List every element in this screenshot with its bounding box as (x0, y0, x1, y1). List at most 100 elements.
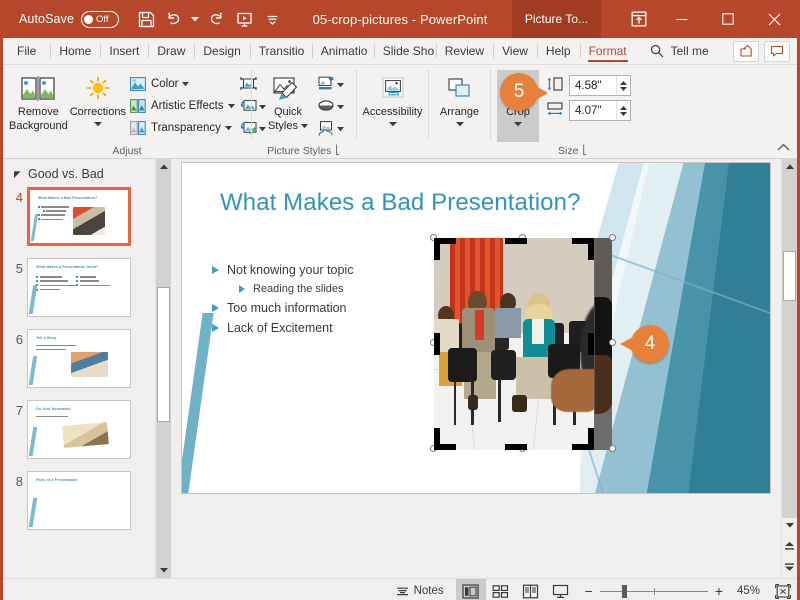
slide-editor-scrollbar[interactable] (781, 159, 797, 578)
accessibility-dropdown-icon[interactable] (388, 118, 397, 131)
crop-handle-bottom-right-v[interactable] (588, 428, 594, 450)
editor-scroll-thumb[interactable] (783, 251, 796, 301)
picture-styles-dialog-launcher[interactable]: ⎣ (335, 145, 340, 156)
share-icon[interactable] (733, 40, 759, 62)
autosave-switch[interactable]: Off (81, 10, 120, 28)
normal-view-button[interactable] (455, 578, 486, 600)
section-header-good-vs-bad[interactable]: Good vs. Bad (3, 165, 155, 187)
tab-slide-show[interactable]: Slide Sho (373, 38, 436, 64)
zoom-out-button[interactable]: − (585, 583, 593, 599)
corrections-button[interactable]: Corrections (69, 70, 127, 131)
reading-view-button[interactable] (516, 579, 546, 600)
crop-handle-bottom-left-v[interactable] (434, 428, 440, 450)
slide-bullet-list[interactable]: Not knowing your topic Reading the slide… (212, 263, 353, 341)
autosave-toggle[interactable]: AutoSave Off (19, 10, 120, 28)
maximize-icon[interactable] (705, 0, 751, 38)
collapse-ribbon-button[interactable] (777, 141, 790, 155)
thumbnail-slide-5[interactable]: 5 What Makes a Presentation Good? (9, 258, 155, 317)
slide-sorter-button[interactable] (486, 579, 516, 600)
editor-scroll-down-button[interactable] (782, 518, 797, 533)
crop-handle-middle-left[interactable] (434, 333, 440, 355)
artistic-effects-button[interactable]: Artistic Effects (127, 95, 238, 116)
tell-me-search[interactable]: Tell me (636, 38, 719, 64)
sizing-handle-top-right[interactable] (609, 234, 616, 241)
arrange-button[interactable]: Arrange (433, 70, 486, 131)
thumbnail-slide-4[interactable]: 4 What Makes a Bad Presentation? (9, 187, 155, 246)
corrections-dropdown-icon[interactable] (93, 118, 102, 131)
picture-border-dropdown-icon[interactable] (337, 77, 344, 91)
picture-border-button[interactable] (315, 73, 346, 94)
tab-draw[interactable]: Draw (148, 38, 194, 64)
slide-title[interactable]: What Makes a Bad Presentation? (220, 189, 581, 217)
tab-format[interactable]: Format (579, 38, 636, 64)
tab-transitions[interactable]: Transitio (249, 38, 312, 64)
crop-handle-top-center[interactable] (505, 238, 527, 244)
picture-layout-button[interactable] (315, 117, 346, 138)
transparency-button[interactable]: Transparency (127, 117, 238, 138)
picture-effects-button[interactable] (315, 95, 346, 116)
close-icon[interactable] (751, 0, 797, 38)
tab-design[interactable]: Design (194, 38, 249, 64)
start-presentation-icon[interactable] (231, 6, 257, 32)
crop-handle-middle-right[interactable] (588, 333, 594, 355)
tab-insert[interactable]: Insert (100, 38, 148, 64)
shape-height-spinner[interactable] (616, 76, 630, 95)
slide-show-button[interactable] (546, 579, 576, 600)
sizing-handle-bottom-right[interactable] (609, 445, 616, 452)
slide-editor[interactable]: What Makes a Bad Presentation? Not knowi… (171, 159, 781, 578)
shape-width-field[interactable]: 4.07" (569, 100, 631, 121)
shape-width-spinner[interactable] (616, 101, 630, 120)
thumbnail-pane-scrollbar[interactable] (155, 159, 171, 578)
artistic-effects-dropdown-icon[interactable] (227, 100, 235, 112)
tab-animations[interactable]: Animatio (311, 38, 374, 64)
context-tab-picture-tools[interactable]: Picture To... (511, 0, 601, 38)
shape-height-field[interactable]: 4.58" (569, 75, 631, 96)
crop-handle-bottom-center[interactable] (505, 444, 527, 450)
tab-file[interactable]: File (3, 38, 50, 64)
notes-button[interactable]: Notes (384, 579, 456, 600)
undo-dropdown-icon[interactable] (189, 6, 201, 32)
save-icon[interactable] (133, 6, 159, 32)
color-dropdown-icon[interactable] (182, 78, 190, 90)
undo-icon[interactable] (161, 6, 187, 32)
quick-styles-button[interactable]: Quick Styles (261, 70, 315, 133)
picture-layout-dropdown-icon[interactable] (337, 121, 344, 135)
slide-canvas[interactable]: What Makes a Bad Presentation? Not knowi… (182, 163, 770, 493)
tab-help[interactable]: Help (536, 38, 580, 64)
accessibility-button[interactable]: Accessibility (361, 70, 424, 131)
editor-scroll-up-button[interactable] (782, 159, 797, 174)
minimize-icon[interactable] (659, 0, 705, 38)
crop-dropdown-icon[interactable] (514, 118, 522, 131)
editor-scroll-track[interactable] (782, 174, 797, 518)
thumbnail-scroll-up-button[interactable] (156, 159, 171, 174)
cropped-picture[interactable] (430, 234, 616, 452)
thumbnail-slide-7[interactable]: 7 Do Your Homework (9, 400, 155, 459)
crop-handle-top-right-v[interactable] (588, 238, 594, 260)
crop-handle-top-left-v[interactable] (434, 238, 440, 260)
zoom-in-button[interactable]: + (715, 583, 723, 599)
remove-background-button[interactable]: Remove Background (8, 70, 69, 133)
thumbnail-slide-6[interactable]: 6 Tell a Story (9, 329, 155, 388)
next-slide-button[interactable] (782, 557, 797, 575)
zoom-percent-label[interactable]: 45% (730, 585, 760, 597)
transparency-dropdown-icon[interactable] (224, 122, 232, 134)
tab-view[interactable]: View (493, 38, 537, 64)
customize-quick-access-toolbar-icon[interactable] (259, 6, 285, 32)
sizing-handle-middle-right[interactable] (609, 339, 616, 346)
thumbnail-slide-8[interactable]: 8 Parts of a Presentation (9, 471, 155, 530)
previous-slide-button[interactable] (782, 537, 797, 555)
thumbnail-scroll-down-button[interactable] (156, 563, 171, 578)
ribbon-display-options-icon[interactable] (619, 0, 659, 38)
zoom-slider[interactable] (599, 584, 708, 598)
picture-effects-dropdown-icon[interactable] (337, 99, 344, 113)
zoom-slider-knob[interactable] (621, 584, 627, 598)
redo-icon[interactable] (203, 6, 229, 32)
tab-review[interactable]: Review (435, 38, 493, 64)
thumbnail-scroll-thumb[interactable] (157, 287, 170, 422)
size-dialog-launcher[interactable]: ⎣ (582, 145, 587, 156)
arrange-dropdown-icon[interactable] (455, 118, 464, 131)
comments-icon[interactable] (764, 40, 790, 62)
fit-slide-to-window-button[interactable] (769, 579, 797, 600)
color-button[interactable]: Color (127, 73, 238, 94)
tab-home[interactable]: Home (50, 38, 100, 64)
